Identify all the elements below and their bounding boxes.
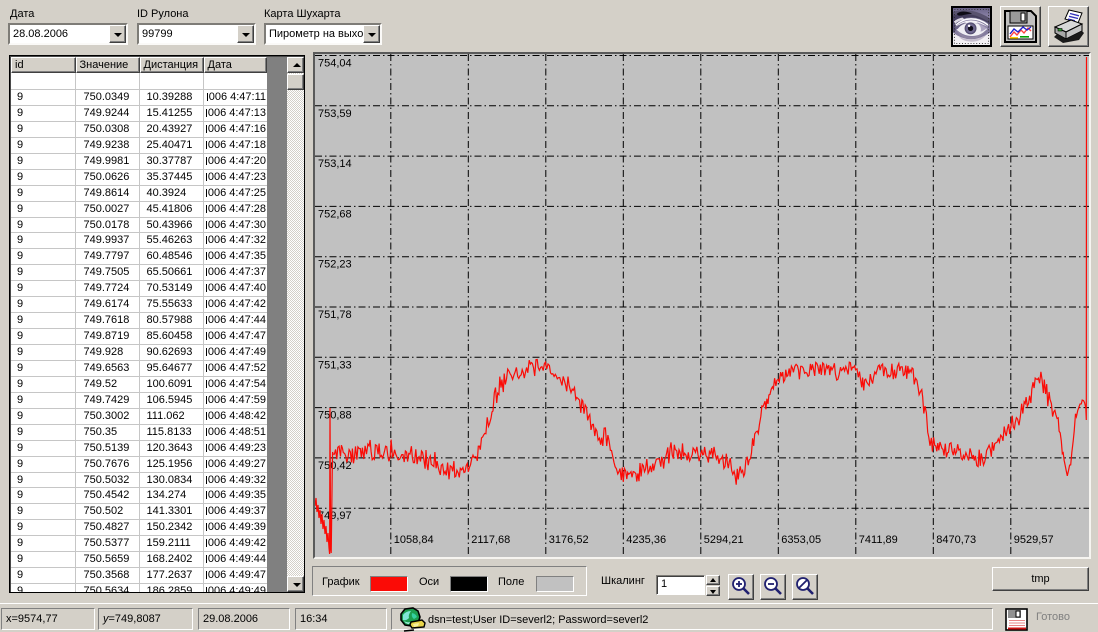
svg-text:754,04: 754,04 [318, 58, 352, 70]
svg-text:7411,89: 7411,89 [859, 534, 898, 546]
svg-text:4235,36: 4235,36 [626, 534, 666, 546]
svg-text:8470,73: 8470,73 [936, 534, 976, 546]
svg-text:750,88: 750,88 [318, 410, 352, 422]
svg-text:5294,21: 5294,21 [704, 534, 744, 546]
svg-text:753,14: 753,14 [318, 158, 352, 170]
svg-text:752,23: 752,23 [318, 259, 352, 271]
svg-text:749,97: 749,97 [318, 510, 352, 522]
svg-text:9529,57: 9529,57 [1014, 534, 1054, 546]
svg-text:6353,05: 6353,05 [781, 534, 821, 546]
svg-text:1058,84: 1058,84 [394, 534, 434, 546]
svg-text:751,78: 751,78 [318, 309, 352, 321]
svg-text:2117,68: 2117,68 [471, 534, 510, 546]
svg-text:3176,52: 3176,52 [549, 534, 589, 546]
svg-text:751,33: 751,33 [318, 359, 352, 371]
svg-text:752,68: 752,68 [318, 208, 352, 220]
svg-text:753,59: 753,59 [318, 108, 352, 120]
